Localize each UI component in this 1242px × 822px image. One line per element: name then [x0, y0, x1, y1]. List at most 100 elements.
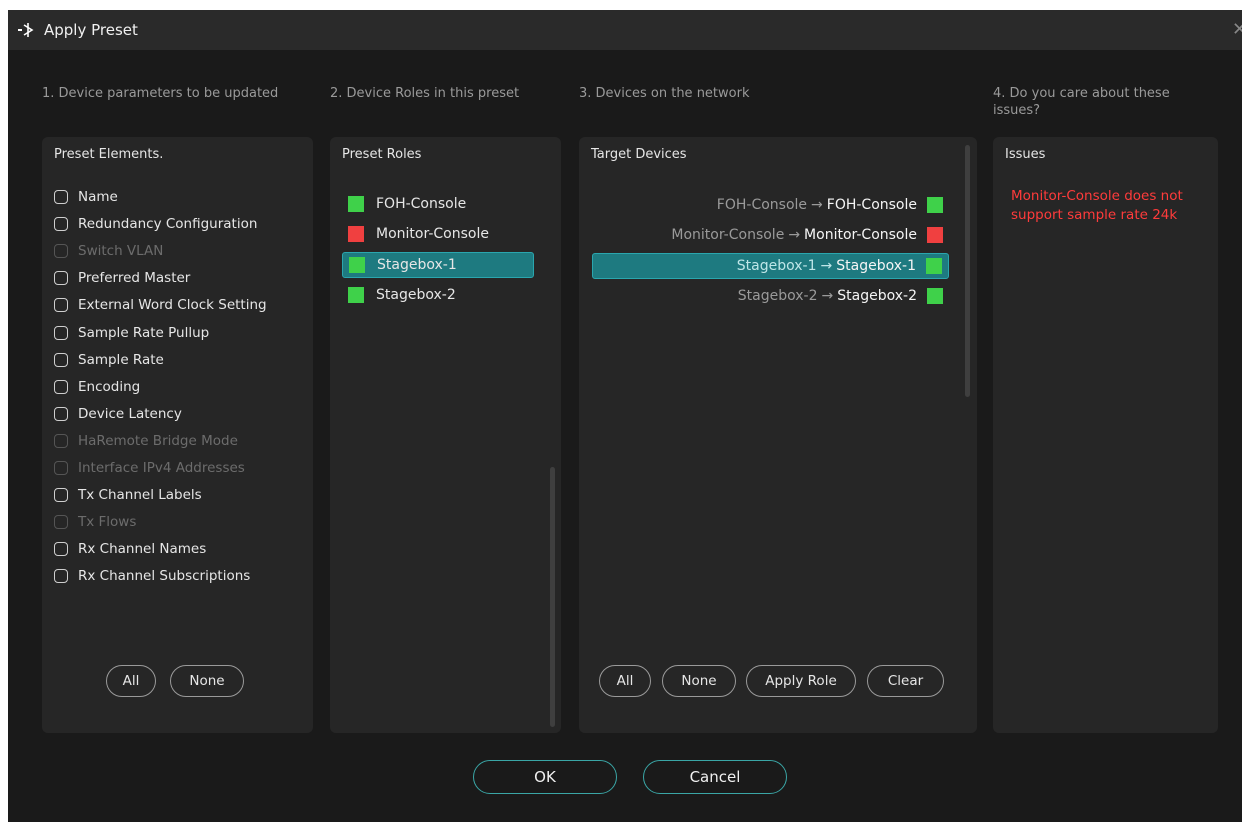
targets-all-button[interactable]: All [599, 665, 651, 697]
checkbox [54, 515, 68, 530]
checkbox[interactable] [54, 190, 68, 204]
target-device-name: Monitor-Console [804, 227, 917, 244]
preset-element-row[interactable]: Name [54, 186, 118, 208]
column-header-parameters: 1. Device parameters to be updated [42, 86, 279, 101]
preset-element-row[interactable]: Sample Rate Pullup [54, 322, 209, 344]
role-status-indicator [349, 256, 365, 273]
cancel-button[interactable]: Cancel [643, 760, 787, 794]
preset-element-label: Device Latency [78, 405, 182, 422]
target-device-row[interactable]: Stagebox-2 → Stagebox-2 [592, 283, 949, 309]
target-devices-panel: Target Devices FOH-Console → FOH-Console Mo… [579, 137, 977, 733]
preset-element-label: Preferred Master [78, 270, 191, 287]
device-status-indicator [926, 257, 942, 274]
role-status-indicator [348, 226, 364, 243]
checkbox[interactable] [54, 569, 68, 584]
role-row[interactable]: FOH-Console [342, 191, 534, 217]
elements-all-button[interactable]: All [106, 665, 156, 697]
target-source-role: Stagebox-1 [736, 257, 817, 274]
role-row[interactable]: Stagebox-1 [342, 251, 534, 278]
app-logo-icon [18, 23, 34, 37]
preset-element-row[interactable]: Encoding [54, 376, 140, 398]
close-icon[interactable]: ✕ [1232, 10, 1242, 50]
preset-element-label: Name [78, 189, 118, 205]
role-status-indicator [348, 196, 364, 212]
arrow-icon: → [821, 287, 834, 304]
preset-element-label: Tx Channel Labels [78, 487, 202, 504]
target-device-row[interactable]: FOH-Console → FOH-Console [592, 192, 949, 218]
target-source-role: Stagebox-2 [737, 287, 818, 304]
preset-element-label: Switch VLAN [78, 243, 164, 260]
role-row[interactable]: Stagebox-2 [342, 282, 534, 308]
preset-elements-title: Preset Elements. [54, 147, 164, 162]
targets-none-button[interactable]: None [662, 665, 736, 697]
preset-element-label: HaRemote Bridge Mode [78, 432, 238, 449]
target-device-name: FOH-Console [826, 197, 917, 213]
role-row[interactable]: Monitor-Console [342, 221, 534, 247]
preset-element-label: Tx Flows [78, 514, 137, 531]
preset-element-label: Sample Rate Pullup [78, 324, 210, 341]
role-label: Stagebox-1 [377, 256, 457, 273]
issues-title: Issues [1005, 147, 1046, 162]
preset-element-row: Interface IPv4 Addresses [54, 457, 245, 479]
column-header-devices: 3. Devices on the network [579, 86, 750, 101]
preset-element-label: Sample Rate [78, 351, 164, 368]
target-devices-title: Target Devices [591, 147, 687, 162]
apply-preset-dialog: 1. Device parameters to be updated 2. De… [8, 50, 1242, 822]
device-status-indicator [927, 197, 943, 213]
checkbox[interactable] [54, 217, 68, 232]
column-header-roles: 2. Device Roles in this preset [330, 86, 520, 101]
preset-element-label: Rx Channel Subscriptions [78, 568, 251, 585]
checkbox[interactable] [54, 542, 68, 557]
preset-element-label: Redundancy Configuration [78, 216, 258, 233]
preset-element-row[interactable]: Preferred Master [54, 267, 190, 289]
role-status-indicator [348, 286, 364, 303]
elements-none-button[interactable]: None [170, 665, 244, 697]
preset-element-row: Tx Flows [54, 511, 136, 533]
preset-roles-title: Preset Roles [342, 147, 422, 162]
checkbox[interactable] [54, 352, 68, 367]
role-label: FOH-Console [376, 196, 467, 212]
column-header-issues: 4. Do you care about these issues? [993, 86, 1170, 118]
checkbox [54, 433, 68, 448]
preset-element-row[interactable]: Device Latency [54, 403, 182, 425]
checkbox [54, 244, 68, 259]
checkbox[interactable] [54, 298, 68, 313]
device-status-indicator [927, 227, 943, 244]
preset-element-row[interactable]: External Word Clock Setting [54, 294, 267, 316]
arrow-icon: → [811, 197, 823, 213]
checkbox[interactable] [54, 325, 68, 340]
checkbox[interactable] [54, 488, 68, 503]
issue-message: Monitor-Console does not support sample … [1011, 188, 1183, 223]
roles-scrollbar[interactable] [550, 467, 555, 727]
preset-roles-panel: Preset Roles FOH-Console Monitor-Console S… [330, 137, 561, 733]
apply-role-button[interactable]: Apply Role [746, 665, 856, 697]
issues-panel: Issues Monitor-Console does not support … [993, 137, 1218, 733]
checkbox[interactable] [54, 379, 68, 394]
title-bar: Apply Preset ✕ [8, 10, 1242, 50]
preset-element-row[interactable]: Redundancy Configuration [54, 213, 257, 235]
preset-element-row: Switch VLAN [54, 240, 163, 262]
arrow-icon: → [820, 257, 833, 274]
targets-scrollbar[interactable] [965, 145, 970, 397]
checkbox[interactable] [54, 406, 68, 421]
target-device-row[interactable]: Stagebox-1 → Stagebox-1 [592, 252, 949, 279]
target-device-name: Stagebox-2 [837, 287, 917, 304]
preset-element-row[interactable]: Tx Channel Labels [54, 484, 202, 506]
ok-button[interactable]: OK [473, 760, 617, 794]
preset-element-row[interactable]: Rx Channel Subscriptions [54, 565, 250, 587]
checkbox [54, 461, 68, 475]
preset-element-row[interactable]: Sample Rate [54, 349, 164, 371]
preset-element-row[interactable]: Rx Channel Names [54, 538, 206, 560]
target-source-role: Monitor-Console [671, 227, 785, 244]
preset-element-label: Interface IPv4 Addresses [78, 460, 245, 476]
window-title: Apply Preset [44, 21, 138, 39]
role-label: Stagebox-2 [376, 286, 456, 303]
target-device-row[interactable]: Monitor-Console → Monitor-Console [592, 222, 949, 248]
target-device-name: Stagebox-1 [836, 257, 916, 274]
device-status-indicator [927, 287, 943, 304]
checkbox[interactable] [54, 271, 68, 286]
preset-element-row: HaRemote Bridge Mode [54, 430, 238, 452]
role-label: Monitor-Console [376, 226, 489, 243]
preset-elements-panel: Preset Elements. Name Redundancy Configur… [42, 137, 313, 733]
clear-button[interactable]: Clear [867, 665, 944, 697]
